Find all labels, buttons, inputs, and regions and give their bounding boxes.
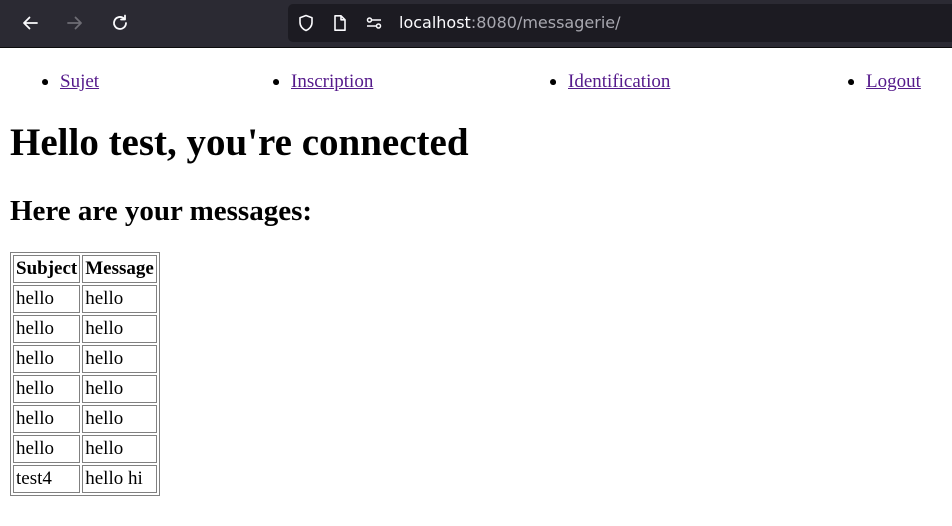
shield-icon[interactable] [296,13,316,33]
subject-cell: hello [13,315,81,343]
logout-link[interactable]: Logout [866,71,921,92]
table-header-row: Subject Message [13,255,157,283]
nav-item-sujet: Sujet [41,70,99,94]
nav-item-inscription: Inscription [272,70,373,94]
url-host: localhost [399,13,471,32]
page-title: Hello test, you're connected [10,121,469,164]
page-icon[interactable] [330,13,350,33]
arrow-left-icon [23,16,38,30]
url-text[interactable]: localhost:8080/messagerie/ [399,13,621,33]
message-cell: hello [82,285,157,313]
table-row: hello hello [13,345,157,373]
message-cell: hello [82,345,157,373]
message-cell: hello [82,405,157,433]
subject-cell: test4 [13,465,81,493]
subject-cell: hello [13,345,81,373]
nav-item-identification: Identification [549,70,670,94]
url-bar[interactable]: localhost:8080/messagerie/ [288,4,952,42]
subject-cell: hello [13,405,81,433]
arrow-right-icon [67,16,82,30]
subject-cell: hello [13,435,81,463]
forward-button[interactable] [59,8,91,38]
nav-menu: Sujet Inscription Identification Logout [0,70,952,96]
browser-toolbar: localhost:8080/messagerie/ [0,0,952,48]
subject-cell: hello [13,285,81,313]
table-row: hello hello [13,405,157,433]
message-cell: hello [82,315,157,343]
message-cell: hello [82,435,157,463]
message-column-header: Message [82,255,157,283]
sujet-link[interactable]: Sujet [60,71,99,92]
url-path: :8080/messagerie/ [470,13,621,32]
message-cell: hello [82,375,157,403]
identification-link[interactable]: Identification [568,71,670,92]
table-row: hello hello [13,315,157,343]
back-button[interactable] [14,8,46,38]
table-row: hello hello [13,285,157,313]
inscription-link[interactable]: Inscription [291,71,373,92]
reload-icon [113,14,127,30]
table-row: hello hello [13,435,157,463]
table-row: hello hello [13,375,157,403]
nav-item-logout: Logout [848,70,921,94]
permissions-icon[interactable] [364,13,384,33]
subject-column-header: Subject [13,255,81,283]
page-content: Sujet Inscription Identification Logout … [0,48,952,526]
table-row: test4 hello hi [13,465,157,493]
messages-table: Subject Message hello hello hello hello … [10,252,160,496]
reload-button[interactable] [104,8,136,38]
messages-heading: Here are your messages: [10,195,313,227]
subject-cell: hello [13,375,81,403]
message-cell: hello hi [82,465,157,493]
